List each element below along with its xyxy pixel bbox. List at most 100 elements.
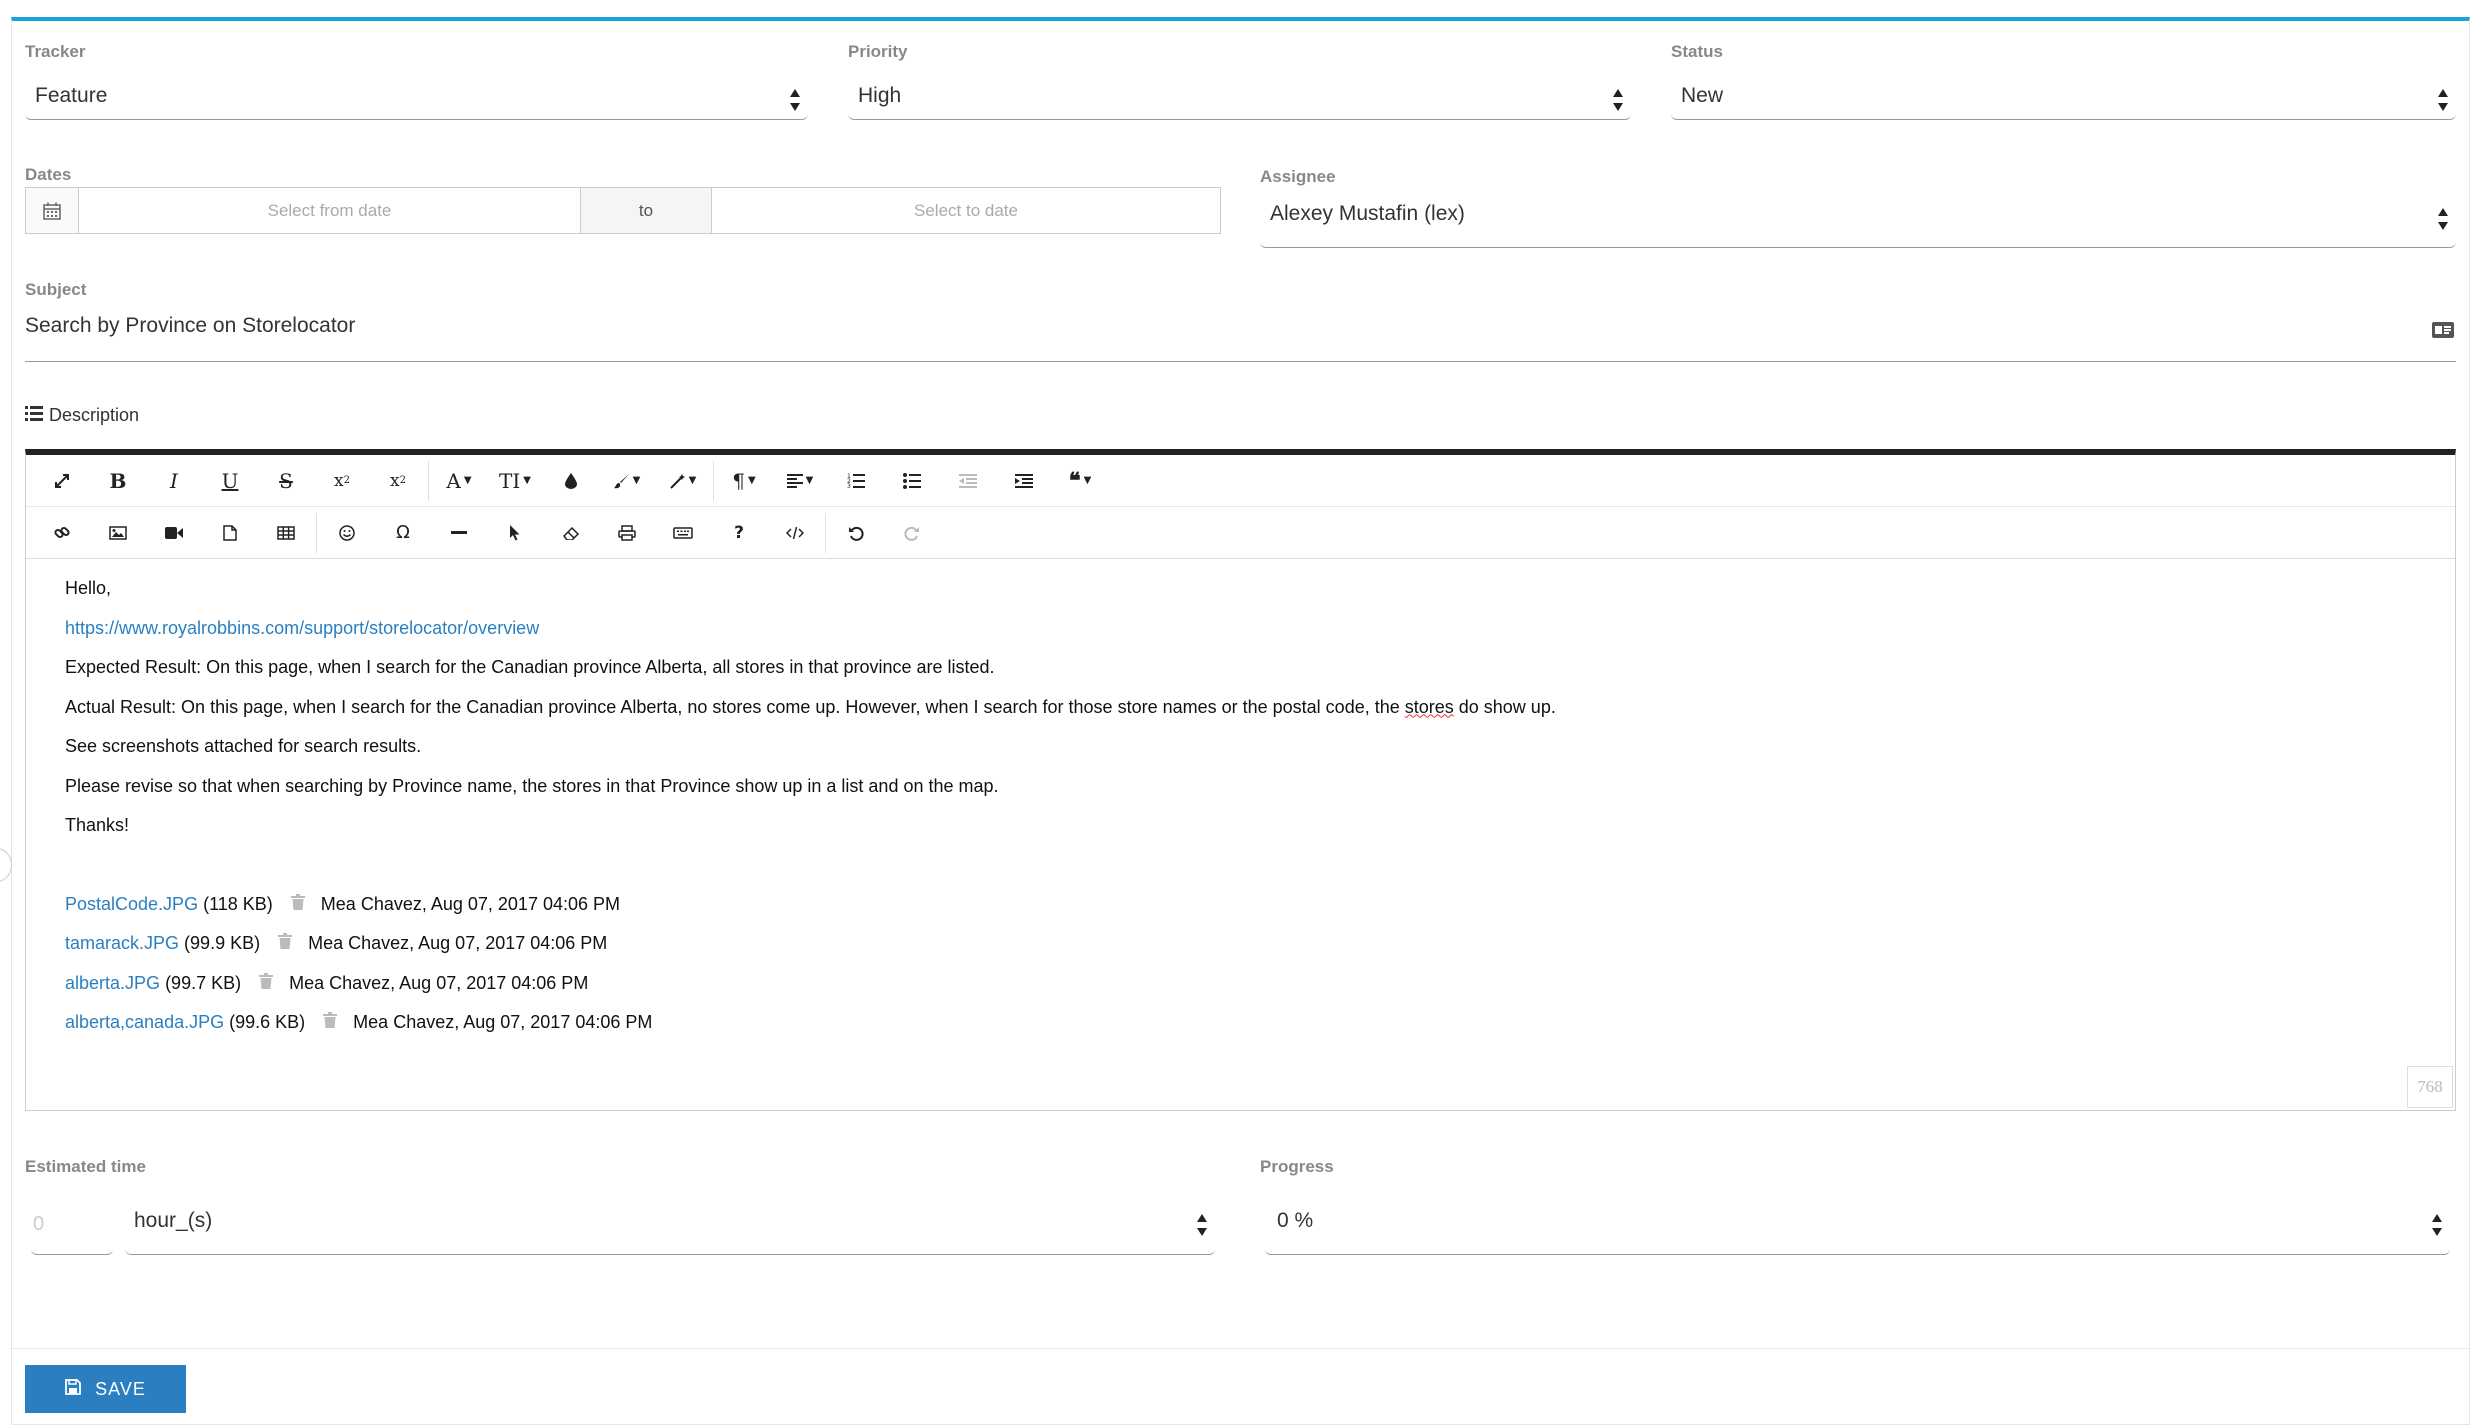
revise-text: Please revise so that when searching by … bbox=[65, 775, 999, 796]
attachment-link[interactable]: tamarack.JPG bbox=[65, 932, 179, 954]
subject-value: Search by Province on Storelocator bbox=[25, 314, 356, 337]
status-select[interactable]: New bbox=[1671, 68, 2456, 120]
fullscreen-icon[interactable] bbox=[34, 461, 90, 501]
attachment-link[interactable]: PostalCode.JPG bbox=[65, 893, 198, 915]
strikethrough-icon[interactable]: S bbox=[258, 461, 314, 501]
color-drop-icon[interactable] bbox=[543, 461, 599, 501]
description-label-text: Description bbox=[49, 405, 140, 425]
paragraph-icon[interactable]: ¶ ▼ bbox=[716, 461, 772, 501]
font-family-icon[interactable]: A ▼ bbox=[431, 461, 487, 501]
priority-label: Priority bbox=[848, 42, 908, 61]
assignee-select[interactable]: Alexey Mustafin (lex) bbox=[1260, 192, 2456, 248]
attachment-meta: Mea Chavez, Aug 07, 2017 04:06 PM bbox=[320, 893, 620, 914]
file-icon[interactable] bbox=[202, 513, 258, 553]
subject-label: Subject bbox=[25, 280, 87, 299]
align-icon[interactable]: ▼ bbox=[772, 461, 828, 501]
time-unit-select[interactable]: hour_(s) bbox=[125, 1195, 1215, 1255]
misspelled-word: stores bbox=[1404, 696, 1454, 717]
superscript-icon[interactable]: x2 bbox=[370, 461, 426, 501]
tracker-value: Feature bbox=[35, 84, 108, 107]
estimated-time-input[interactable]: 0 bbox=[31, 1195, 113, 1255]
priority-select[interactable]: High bbox=[848, 68, 1631, 120]
to-date-input[interactable]: Select to date bbox=[712, 188, 1220, 233]
video-icon[interactable] bbox=[146, 513, 202, 553]
attachment-link[interactable]: alberta.JPG bbox=[65, 972, 160, 994]
thanks-text: Thanks! bbox=[65, 815, 130, 835]
char-counter: 768 bbox=[2407, 1066, 2453, 1108]
status-value: New bbox=[1681, 84, 1724, 107]
tracker-label: Tracker bbox=[25, 42, 86, 61]
assignee-value: Alexey Mustafin (lex) bbox=[1270, 202, 1465, 225]
attachment-meta: Mea Chavez, Aug 07, 2017 04:06 PM bbox=[289, 972, 589, 993]
actual-result-text: Actual Result: On this page, when I sear… bbox=[65, 696, 1556, 717]
trash-icon[interactable] bbox=[290, 893, 305, 915]
save-button[interactable]: SAVE bbox=[25, 1365, 186, 1413]
priority-value: High bbox=[858, 84, 902, 107]
horizontal-rule-icon[interactable] bbox=[431, 513, 487, 553]
editor-content[interactable]: Hello, https://www.royalrobbins.com/supp… bbox=[65, 577, 2455, 1051]
select-arrows-icon bbox=[2432, 1214, 2442, 1236]
progress-select[interactable]: 0 % bbox=[1265, 1195, 2450, 1255]
italic-icon[interactable]: I bbox=[146, 461, 202, 501]
subscript-icon[interactable]: x2 bbox=[314, 461, 370, 501]
to-separator: to bbox=[580, 188, 712, 233]
select-arrows-icon bbox=[1613, 89, 1623, 111]
redo-icon[interactable] bbox=[884, 513, 940, 553]
attachment-meta: Mea Chavez, Aug 07, 2017 04:06 PM bbox=[353, 1012, 653, 1032]
code-view-icon[interactable] bbox=[767, 513, 823, 553]
toolbar-separator bbox=[713, 460, 714, 501]
expected-result-text: Expected Result: On this page, when I se… bbox=[65, 657, 995, 677]
list-icon bbox=[25, 405, 43, 426]
from-date-input[interactable]: Select from date bbox=[79, 188, 580, 233]
magic-wand-icon[interactable]: ▼ bbox=[655, 461, 711, 501]
eraser-icon[interactable] bbox=[543, 513, 599, 553]
attachment-row: alberta,canada.JPG (99.6 KB) Mea Chavez,… bbox=[65, 1011, 2455, 1051]
indent-icon[interactable] bbox=[996, 461, 1052, 501]
svg-text:3: 3 bbox=[847, 483, 851, 489]
id-card-icon bbox=[2432, 320, 2454, 344]
bold-icon[interactable]: B bbox=[90, 461, 146, 501]
unordered-list-icon[interactable] bbox=[884, 461, 940, 501]
trash-icon[interactable] bbox=[323, 1011, 338, 1033]
attachment-size: (99.6 KB) bbox=[229, 1012, 306, 1032]
date-range: Select from date to Select to date bbox=[25, 187, 1221, 234]
select-arrows-icon bbox=[1197, 1214, 1207, 1236]
subject-input[interactable]: Search by Province on Storelocator bbox=[25, 305, 2456, 362]
table-icon[interactable] bbox=[258, 513, 314, 553]
undo-icon[interactable] bbox=[828, 513, 884, 553]
cursor-icon[interactable] bbox=[487, 513, 543, 553]
image-icon[interactable] bbox=[90, 513, 146, 553]
attachment-size: (99.7 KB) bbox=[165, 972, 242, 993]
blockquote-icon[interactable]: ❝ ▼ bbox=[1052, 461, 1108, 501]
print-icon[interactable] bbox=[599, 513, 655, 553]
attachment-link[interactable]: alberta,canada.JPG bbox=[65, 1011, 224, 1033]
footer-divider bbox=[12, 1348, 2469, 1349]
keyboard-icon[interactable] bbox=[655, 513, 711, 553]
progress-value: 0 % bbox=[1277, 1209, 1314, 1232]
trash-icon[interactable] bbox=[259, 972, 274, 994]
font-size-icon[interactable]: TI ▼ bbox=[487, 461, 543, 501]
select-arrows-icon bbox=[2438, 89, 2448, 111]
assignee-label: Assignee bbox=[1260, 167, 1336, 186]
tracker-select[interactable]: Feature bbox=[25, 68, 808, 120]
ordered-list-icon[interactable]: 123 bbox=[828, 461, 884, 501]
toolbar-separator bbox=[316, 512, 317, 553]
trash-icon[interactable] bbox=[278, 932, 293, 954]
underline-icon[interactable]: U bbox=[202, 461, 258, 501]
attachment-size: (99.9 KB) bbox=[184, 933, 261, 953]
greeting-text: Hello, bbox=[65, 578, 112, 598]
select-arrows-icon bbox=[2438, 208, 2448, 230]
screenshots-text: See screenshots attached for search resu… bbox=[65, 736, 422, 756]
emoticon-icon[interactable] bbox=[319, 513, 375, 553]
help-icon[interactable]: ? bbox=[711, 513, 767, 553]
calendar-icon[interactable] bbox=[26, 188, 79, 233]
outdent-icon[interactable] bbox=[940, 461, 996, 501]
storelocator-link[interactable]: https://www.royalrobbins.com/support/sto… bbox=[65, 618, 539, 638]
special-char-icon[interactable]: Ω bbox=[375, 513, 431, 553]
status-label: Status bbox=[1671, 42, 1723, 61]
link-icon[interactable] bbox=[34, 513, 90, 553]
estimated-time-value: 0 bbox=[33, 1213, 45, 1235]
paint-brush-icon[interactable]: ▼ bbox=[599, 461, 655, 501]
save-button-label: SAVE bbox=[95, 1378, 146, 1399]
progress-label: Progress bbox=[1260, 1157, 1334, 1176]
